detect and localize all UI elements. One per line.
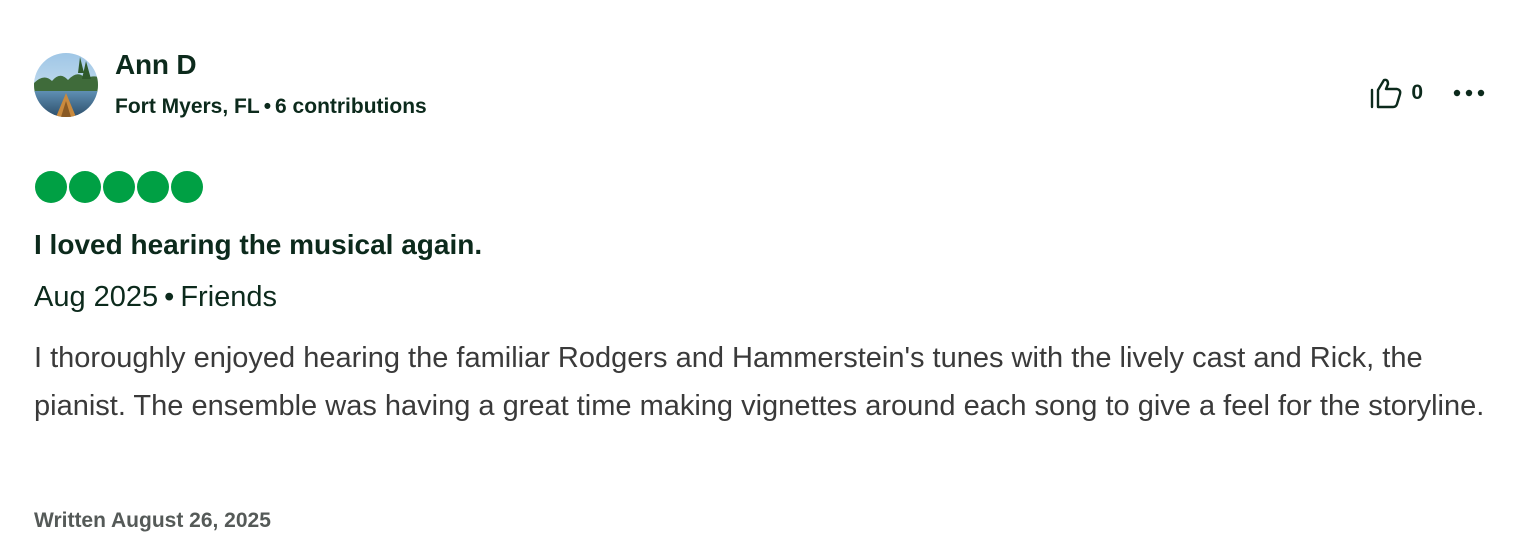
vote-count: 0 <box>1411 81 1423 104</box>
trip-separator: • <box>164 281 175 313</box>
rating-bubble <box>171 171 203 203</box>
rating-bubble <box>35 171 67 203</box>
rating-bubble <box>103 171 135 203</box>
trip-type: Friends <box>180 281 278 313</box>
author-meta: Fort Myers, FL • 6 contributions <box>115 95 427 119</box>
bubble-rating <box>35 171 205 203</box>
trip-date: Aug 2025 <box>34 281 159 313</box>
helpful-vote-button[interactable]: 0 <box>1369 77 1423 109</box>
more-options-icon <box>1453 84 1485 102</box>
author-name[interactable]: Ann D <box>115 49 197 81</box>
author-location: Fort Myers, FL <box>115 95 260 118</box>
review-title[interactable]: I loved hearing the musical again. <box>34 229 482 261</box>
meta-separator: • <box>263 95 272 118</box>
rating-bubble <box>69 171 101 203</box>
review-body: I thoroughly enjoyed hearing the familia… <box>34 342 1485 422</box>
thumbs-up-icon <box>1369 77 1403 109</box>
review-card: Ann D Fort Myers, FL•6 contributions 0 <box>0 0 1535 553</box>
author-contributions[interactable]: 6 contributions <box>275 95 427 118</box>
review-actions: 0 <box>1369 76 1485 110</box>
rating-bubble <box>137 171 169 203</box>
more-options-button[interactable] <box>1453 84 1485 102</box>
user-avatar[interactable] <box>34 53 98 117</box>
written-date: Written August 26, 2025 <box>34 509 271 532</box>
trip-meta: Aug 2025 • Friends <box>34 281 277 314</box>
